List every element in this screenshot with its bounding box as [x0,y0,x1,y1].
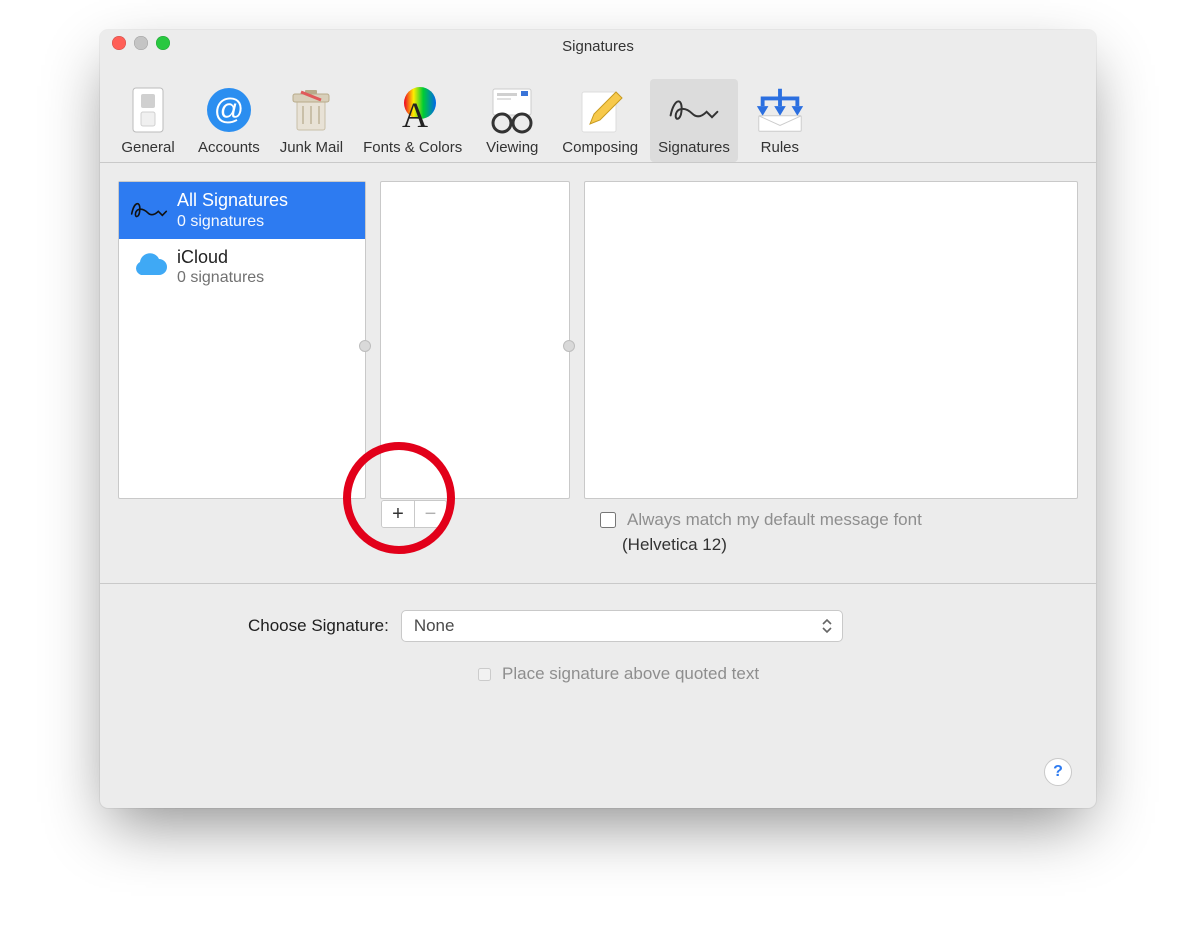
remove-signature-button: − [414,501,446,527]
preferences-toolbar: General @ Accounts Junk Mail A Fonts & C… [100,59,1096,163]
choose-signature-label: Choose Signature: [248,616,389,636]
signatures-list[interactable]: + − [380,181,570,499]
tab-label: Junk Mail [280,139,343,156]
account-sub: 0 signatures [177,212,288,231]
signature-preview[interactable] [584,181,1078,499]
account-name: All Signatures [177,190,288,212]
account-sub: 0 signatures [177,268,264,287]
tab-general[interactable]: General [110,79,186,162]
help-button[interactable]: ? [1044,758,1072,786]
icloud-icon [129,247,169,287]
column-resize-handle[interactable] [359,340,371,352]
svg-text:@: @ [214,93,244,126]
close-window-button[interactable] [112,36,126,50]
match-font-label: Always match my default message font [627,510,922,530]
tab-label: Viewing [486,139,538,156]
account-name: iCloud [177,247,264,269]
tab-signatures[interactable]: Signatures [650,79,738,162]
match-font-row[interactable]: Always match my default message font [596,509,1078,531]
minimize-window-button[interactable] [134,36,148,50]
tab-label: General [121,139,174,156]
titlebar: Signatures [100,30,1096,59]
tab-label: Accounts [198,139,260,156]
fonts-colors-icon: A [386,83,440,137]
divider [100,583,1096,584]
default-font-display: (Helvetica 12) [596,535,1078,555]
window-title: Signatures [562,34,634,55]
tab-viewing[interactable]: Viewing [474,79,550,162]
tab-junk-mail[interactable]: Junk Mail [272,79,351,162]
match-font-checkbox[interactable] [600,512,616,528]
signature-icon [129,190,169,230]
tab-label: Rules [761,139,799,156]
help-icon: ? [1053,763,1063,781]
choose-signature-value: None [414,616,455,636]
chevron-up-down-icon [818,615,836,637]
zoom-window-button[interactable] [156,36,170,50]
tab-label: Signatures [658,139,730,156]
accounts-list[interactable]: All Signatures 0 signatures iCloud 0 sig… [118,181,366,499]
compose-icon [573,83,627,137]
trash-icon [284,83,338,137]
account-item-all-signatures[interactable]: All Signatures 0 signatures [119,182,365,239]
tab-label: Fonts & Colors [363,139,462,156]
tab-accounts[interactable]: @ Accounts [190,79,268,162]
glasses-envelope-icon [485,83,539,137]
tab-rules[interactable]: Rules [742,79,818,162]
choose-signature-select[interactable]: None [401,610,843,642]
place-above-row[interactable]: Place signature above quoted text [118,664,1078,684]
signatures-content: All Signatures 0 signatures iCloud 0 sig… [100,163,1096,702]
place-above-label: Place signature above quoted text [502,664,759,684]
tab-composing[interactable]: Composing [554,79,646,162]
rules-icon [753,83,807,137]
account-item-icloud[interactable]: iCloud 0 signatures [119,239,365,296]
window-controls [112,36,170,50]
at-icon: @ [202,83,256,137]
signature-icon [667,83,721,137]
column-resize-handle[interactable] [563,340,575,352]
tab-label: Composing [562,139,638,156]
svg-text:A: A [402,95,428,135]
add-signature-button[interactable]: + [382,501,414,527]
tab-fonts-colors[interactable]: A Fonts & Colors [355,79,470,162]
preferences-window: Signatures General @ Accounts Junk Mail … [100,30,1096,808]
place-above-checkbox [478,668,491,681]
switch-icon [121,83,175,137]
